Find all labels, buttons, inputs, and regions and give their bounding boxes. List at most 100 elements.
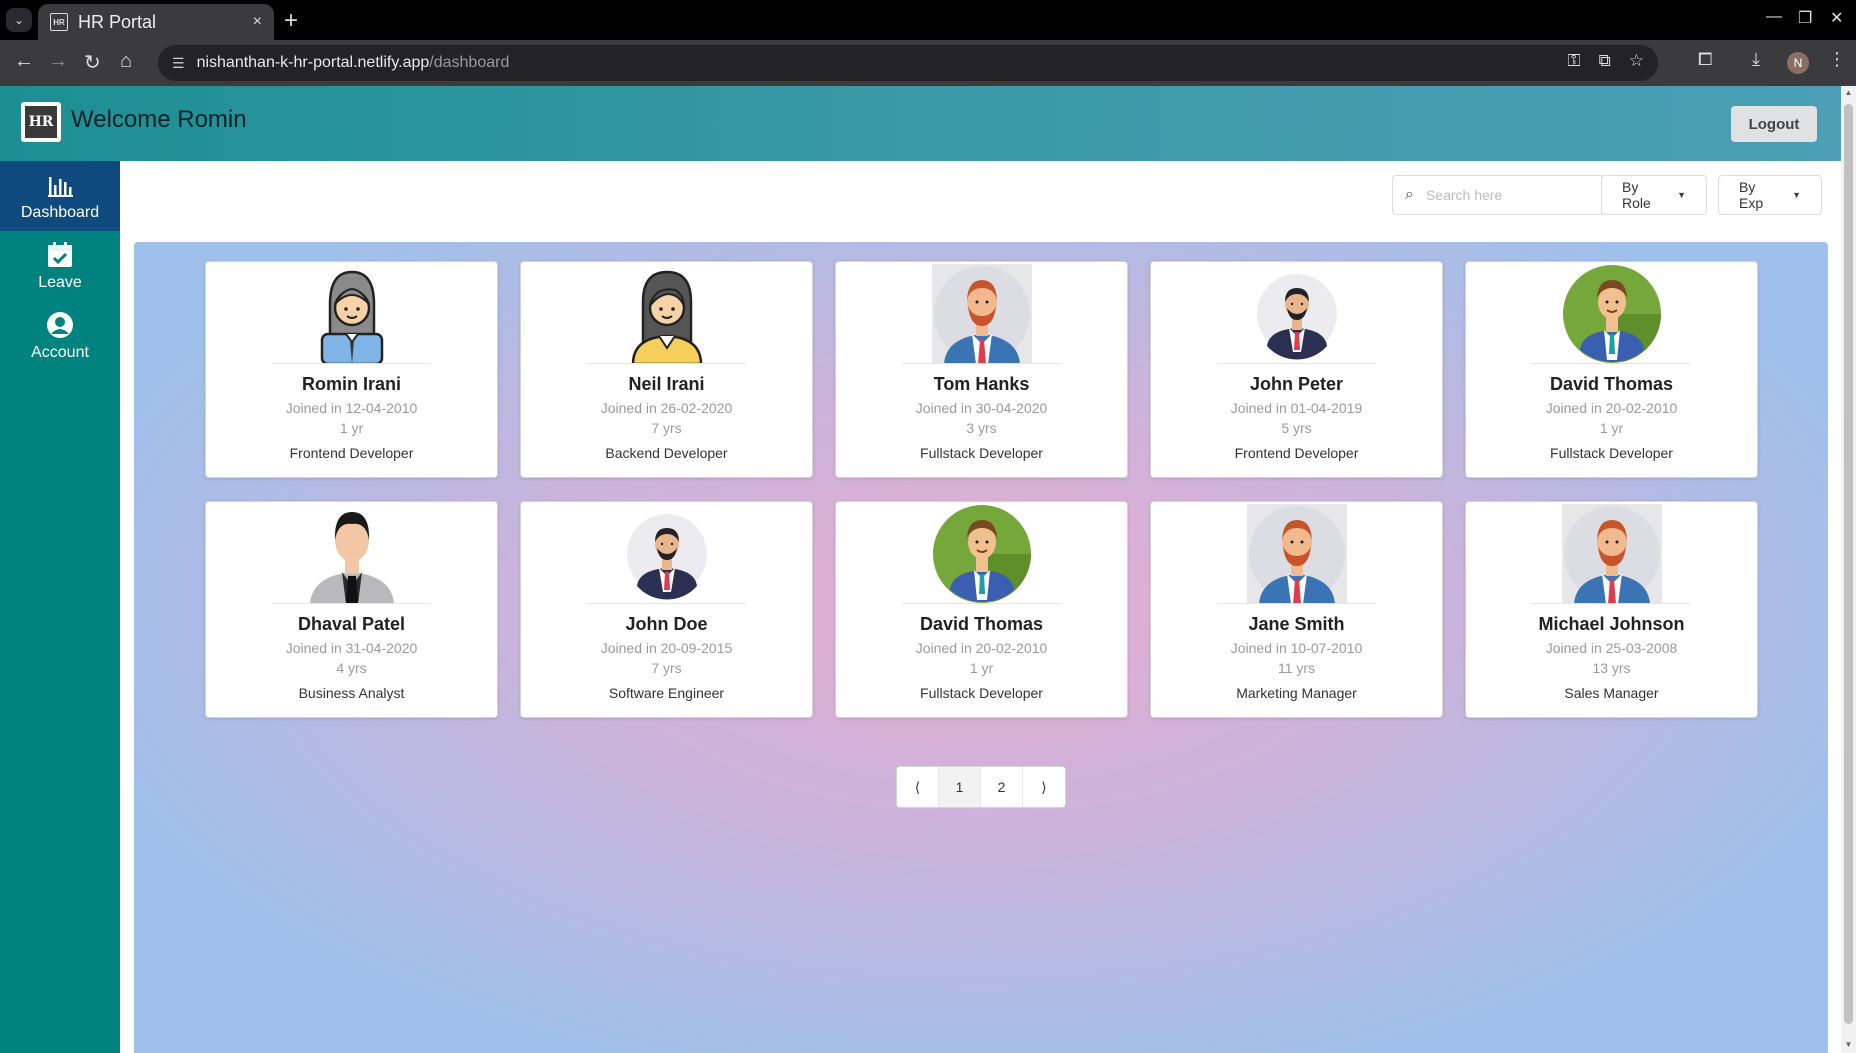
employee-experience: 7 yrs [651, 660, 682, 676]
employee-experience: 4 yrs [336, 660, 367, 676]
man-green-circle-avatar [1562, 264, 1662, 364]
home-icon[interactable]: ⌂ [120, 50, 132, 73]
tab-search-chevron-icon[interactable]: ⌄ [6, 8, 32, 32]
scroll-up-icon[interactable]: ▲ [1844, 88, 1853, 97]
employee-joined-date: Joined in 10-07-2010 [1230, 640, 1363, 656]
exp-filter-label: By Exp [1739, 179, 1764, 211]
man-grey-suit-avatar [302, 504, 402, 604]
new-tab-icon[interactable]: + [284, 7, 298, 35]
search-input[interactable] [1425, 187, 1576, 203]
hr-logo: HR [21, 102, 61, 142]
employee-role: Fullstack Developer [920, 685, 1043, 701]
bearded-man-grey-bg-avatar [1246, 504, 1347, 604]
minimize-icon[interactable]: — [1766, 8, 1782, 26]
card-divider [1217, 363, 1376, 364]
employee-joined-date: Joined in 12-04-2010 [285, 400, 418, 416]
employee-role: Sales Manager [1564, 685, 1659, 701]
employee-joined-date: Joined in 25-03-2008 [1545, 640, 1678, 656]
window-close-icon[interactable]: ✕ [1830, 8, 1843, 28]
employee-experience: 5 yrs [1281, 420, 1312, 436]
employee-name: John Doe [625, 614, 708, 634]
man-green-circle-avatar [932, 504, 1032, 604]
employee-card[interactable]: David Thomas Joined in 20-02-2010 1 yr Full… [835, 501, 1128, 718]
card-divider [272, 603, 431, 604]
employee-joined-date: Joined in 20-02-2010 [1545, 400, 1678, 416]
employee-experience: 1 yr [1599, 420, 1624, 436]
search-box[interactable]: ⌕ [1392, 175, 1602, 215]
url-path: /dashboard [429, 54, 510, 71]
browser-menu-icon[interactable]: ⋮ [1828, 49, 1846, 70]
password-key-icon[interactable]: ⚿ [1568, 51, 1581, 71]
employee-grid: Romin Irani Joined in 12-04-2010 1 yr Front… [205, 261, 1758, 718]
employee-experience: 13 yrs [1592, 660, 1631, 676]
install-app-icon[interactable]: ⧉ [1599, 51, 1611, 71]
restore-icon[interactable]: ❐ [1798, 8, 1812, 28]
employee-card[interactable]: David Thomas Joined in 20-02-2010 1 yr Full… [1465, 261, 1758, 478]
extensions-icon[interactable]: ⧠ [1698, 49, 1712, 70]
tab-title: HR Portal [78, 11, 157, 32]
employee-card[interactable]: Jane Smith Joined in 10-07-2010 11 yrs Mark… [1150, 501, 1443, 718]
site-info-icon[interactable]: ☰ [172, 55, 185, 72]
pagination-next-button[interactable]: ⟩ [1023, 767, 1065, 807]
woman-yellow-shirt-avatar [617, 264, 717, 364]
sidebar-item-leave[interactable]: Leave [0, 231, 120, 301]
scroll-down-icon[interactable]: ▼ [1844, 1040, 1853, 1049]
card-divider [902, 363, 1061, 364]
employee-joined-date: Joined in 20-09-2015 [600, 640, 733, 656]
bookmark-star-icon[interactable]: ☆ [1629, 51, 1644, 71]
page-scrollbar[interactable]: ▲ ▼ [1841, 86, 1856, 1053]
exp-filter-dropdown[interactable]: By Exp ▼ [1718, 175, 1822, 215]
employee-card[interactable]: John Peter Joined in 01-04-2019 5 yrs Front… [1150, 261, 1443, 478]
address-bar[interactable]: ☰ nishanthan-k-hr-portal.netlify.app/das… [158, 45, 1658, 81]
sidebar-item-label: Leave [38, 274, 82, 291]
employee-card[interactable]: Dhaval Patel Joined in 31-04-2020 4 yrs Bus… [205, 501, 498, 718]
profile-avatar[interactable]: N [1787, 52, 1809, 74]
reload-icon[interactable]: ↻ [84, 50, 101, 75]
employee-experience: 3 yrs [966, 420, 997, 436]
employee-card[interactable]: Neil Irani Joined in 26-02-2020 7 yrs Backe… [520, 261, 813, 478]
employee-experience: 7 yrs [651, 420, 682, 436]
employee-card[interactable]: Tom Hanks Joined in 30-04-2020 3 yrs Fullst… [835, 261, 1128, 478]
sidebar-item-dashboard[interactable]: Dashboard [0, 161, 120, 231]
employee-content-area: Romin Irani Joined in 12-04-2010 1 yr Front… [134, 242, 1828, 1053]
employee-joined-date: Joined in 20-02-2010 [915, 640, 1048, 656]
card-divider [1217, 603, 1376, 604]
role-filter-label: By Role [1622, 179, 1651, 211]
employee-role: Frontend Developer [289, 445, 414, 461]
employee-joined-date: Joined in 31-04-2020 [285, 640, 418, 656]
search-icon: ⌕ [1405, 186, 1414, 203]
back-icon[interactable]: ← [14, 50, 34, 73]
employee-card[interactable]: Romin Irani Joined in 12-04-2010 1 yr Front… [205, 261, 498, 478]
employee-name: Jane Smith [1248, 614, 1345, 634]
employee-experience: 1 yr [339, 420, 364, 436]
download-icon[interactable]: ⤓ [1752, 49, 1760, 70]
sidebar-item-label: Dashboard [20, 204, 100, 221]
employee-card[interactable]: John Doe Joined in 20-09-2015 7 yrs Softwar… [520, 501, 813, 718]
bearded-man-grey-bg-avatar [1561, 504, 1662, 604]
logout-button[interactable]: Logout [1731, 106, 1817, 142]
sidebar: Dashboard Leave Account [0, 161, 120, 1053]
employee-name: Michael Johnson [1538, 614, 1685, 634]
employee-role: Software Engineer [608, 685, 725, 701]
pagination-prev-button[interactable]: ⟨ [897, 767, 939, 807]
scroll-thumb[interactable] [1844, 104, 1853, 1024]
forward-icon[interactable]: → [48, 50, 68, 73]
employee-name: Dhaval Patel [297, 614, 406, 634]
employee-name: David Thomas [919, 614, 1044, 634]
app-header: HR Welcome Romin Logout [0, 86, 1841, 161]
pagination-page-2[interactable]: 2 [981, 767, 1023, 807]
card-divider [587, 603, 746, 604]
man-suit-circle-avatar [1247, 264, 1347, 364]
browser-tab[interactable]: HR HR Portal × [38, 4, 274, 40]
role-filter-dropdown[interactable]: By Role ▼ [1601, 175, 1707, 215]
pagination-page-1[interactable]: 1 [939, 767, 981, 807]
employee-role: Frontend Developer [1234, 445, 1359, 461]
bar-chart-icon [48, 177, 73, 197]
employee-joined-date: Joined in 30-04-2020 [915, 400, 1048, 416]
sidebar-item-account[interactable]: Account [0, 301, 120, 371]
employee-experience: 11 yrs [1277, 660, 1316, 676]
chevron-down-icon: ▼ [1792, 190, 1801, 200]
tab-close-icon[interactable]: × [253, 13, 262, 31]
employee-name: Tom Hanks [933, 374, 1030, 394]
employee-card[interactable]: Michael Johnson Joined in 25-03-2008 13 yr… [1465, 501, 1758, 718]
